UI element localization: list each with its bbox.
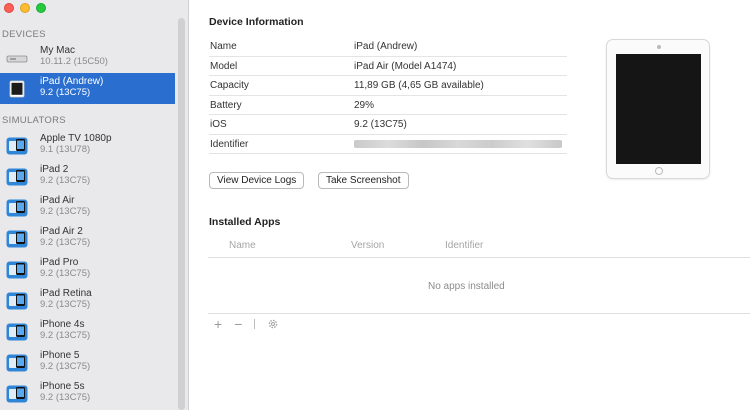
info-key: iOS	[210, 119, 227, 130]
table-row: Battery 29%	[209, 96, 567, 115]
sidebar: DEVICES My Mac 10.11.2 (15C50) iPad (And…	[0, 0, 189, 410]
sidebar-item-version: 10.11.2 (15C50)	[40, 56, 108, 67]
sidebar-item-simulator[interactable]: iPad 2 9.2 (13C75)	[0, 161, 175, 192]
table-row: Capacity 11,89 GB (4,65 GB available)	[209, 76, 567, 96]
camera-dot	[657, 45, 661, 49]
sidebar-item-label: iPad Pro	[40, 257, 79, 268]
device-information-title: Device Information	[209, 16, 304, 28]
sidebar-item-version: 9.2 (13C75)	[40, 330, 91, 341]
remove-app-button[interactable]: −	[234, 316, 242, 332]
simulator-app-icon	[6, 385, 28, 403]
sidebar-item-label: iPhone 4s	[40, 319, 85, 330]
sidebar-item-simulator[interactable]: iPhone 4s 9.2 (13C75)	[0, 316, 175, 347]
device-info-table: Name iPad (Andrew) Model iPad Air (Model…	[209, 37, 567, 154]
window-controls	[4, 3, 46, 13]
sidebar-item-version: 9.2 (13C75)	[40, 299, 91, 310]
simulator-app-icon	[6, 230, 28, 248]
sidebar-item-label: iPhone 5	[40, 350, 80, 361]
simulator-app-icon	[6, 199, 28, 217]
devices-section-header: DEVICES	[2, 29, 46, 40]
sidebar-scrollbar[interactable]	[178, 18, 185, 410]
close-window-button[interactable]	[4, 3, 14, 13]
sidebar-item-ipad-andrew[interactable]: iPad (Andrew) 9.2 (13C75)	[0, 73, 175, 104]
sidebar-item-label: My Mac	[40, 45, 75, 56]
simulator-app-icon	[6, 137, 28, 155]
apps-table-footer-divider	[208, 313, 750, 314]
sidebar-item-simulator[interactable]: iPad Pro 9.2 (13C75)	[0, 254, 175, 285]
sidebar-item-version: 9.2 (13C75)	[40, 361, 91, 372]
sidebar-item-simulator[interactable]: iPhone 5 9.2 (13C75)	[0, 347, 175, 378]
column-header-name[interactable]: Name	[229, 240, 256, 251]
ipad-icon	[9, 80, 25, 98]
sidebar-item-label: iPad 2	[40, 164, 69, 175]
zoom-window-button[interactable]	[36, 3, 46, 13]
info-value: 11,89 GB (4,65 GB available)	[354, 80, 484, 91]
apps-toolbar: + −	[214, 316, 279, 332]
take-screenshot-button[interactable]: Take Screenshot	[318, 172, 409, 189]
info-key: Model	[210, 60, 238, 72]
simulator-app-icon	[6, 261, 28, 279]
info-value: iPad (Andrew)	[354, 41, 418, 52]
sidebar-item-version: 9.1 (13U78)	[40, 144, 91, 155]
main-panel: Device Information Name iPad (Andrew) Mo…	[190, 0, 750, 410]
table-row: Name iPad (Andrew)	[209, 37, 567, 57]
sidebar-item-version: 9.2 (13C75)	[40, 237, 91, 248]
info-key: Name	[210, 41, 237, 52]
sidebar-item-simulator[interactable]: iPhone 5s 9.2 (13C75)	[0, 378, 175, 409]
sidebar-item-version: 9.2 (13C75)	[40, 87, 91, 98]
sidebar-item-version: 9.2 (13C75)	[40, 392, 91, 403]
installed-apps-title: Installed Apps	[209, 216, 281, 228]
ipad-device-image	[606, 39, 710, 179]
info-key: Battery	[210, 99, 242, 111]
mac-mini-icon	[6, 55, 28, 63]
add-app-button[interactable]: +	[214, 316, 222, 332]
home-button-shape	[655, 167, 663, 175]
sidebar-item-simulator[interactable]: iPad Air 9.2 (13C75)	[0, 192, 175, 223]
apps-table-header: Name Version Identifier	[208, 237, 750, 258]
device-screen	[616, 54, 701, 164]
info-key: Identifier	[210, 138, 249, 150]
simulator-app-icon	[6, 292, 28, 310]
info-value: 9.2 (13C75)	[354, 119, 407, 130]
sidebar-item-version: 9.2 (13C75)	[40, 175, 91, 186]
column-header-version[interactable]: Version	[351, 240, 384, 251]
simulators-section-header: SIMULATORS	[2, 115, 66, 126]
redacted-identifier	[354, 139, 562, 148]
sidebar-item-label: iPad Air	[40, 195, 75, 206]
sidebar-item-simulator[interactable]: iPad Air 2 9.2 (13C75)	[0, 223, 175, 254]
sidebar-item-label: iPhone 5s	[40, 381, 85, 392]
table-row: Identifier	[209, 135, 567, 154]
sidebar-item-my-mac[interactable]: My Mac 10.11.2 (15C50)	[0, 42, 175, 73]
table-row: Model iPad Air (Model A1474)	[209, 57, 567, 76]
info-key: Capacity	[210, 80, 249, 91]
simulator-app-icon	[6, 168, 28, 186]
column-header-identifier[interactable]: Identifier	[445, 240, 483, 251]
empty-state-text: No apps installed	[428, 281, 505, 292]
gear-icon[interactable]	[267, 318, 279, 330]
sidebar-item-label: iPad (Andrew)	[40, 76, 104, 87]
info-value: iPad Air (Model A1474)	[354, 60, 457, 72]
sidebar-item-label: Apple TV 1080p	[40, 133, 112, 144]
table-row: iOS 9.2 (13C75)	[209, 115, 567, 135]
simulator-app-icon	[6, 354, 28, 372]
view-device-logs-button[interactable]: View Device Logs	[209, 172, 305, 189]
info-value: 29%	[354, 99, 375, 111]
sidebar-item-label: iPad Retina	[40, 288, 92, 299]
sidebar-item-version: 9.2 (13C75)	[40, 206, 91, 217]
sidebar-item-label: iPad Air 2	[40, 226, 83, 237]
sidebar-item-simulator[interactable]: Apple TV 1080p 9.1 (13U78)	[0, 130, 175, 161]
sidebar-item-simulator[interactable]: iPad Retina 9.2 (13C75)	[0, 285, 175, 316]
sidebar-item-version: 9.2 (13C75)	[40, 268, 91, 279]
simulator-app-icon	[6, 323, 28, 341]
minimize-window-button[interactable]	[20, 3, 30, 13]
toolbar-divider	[254, 319, 256, 329]
